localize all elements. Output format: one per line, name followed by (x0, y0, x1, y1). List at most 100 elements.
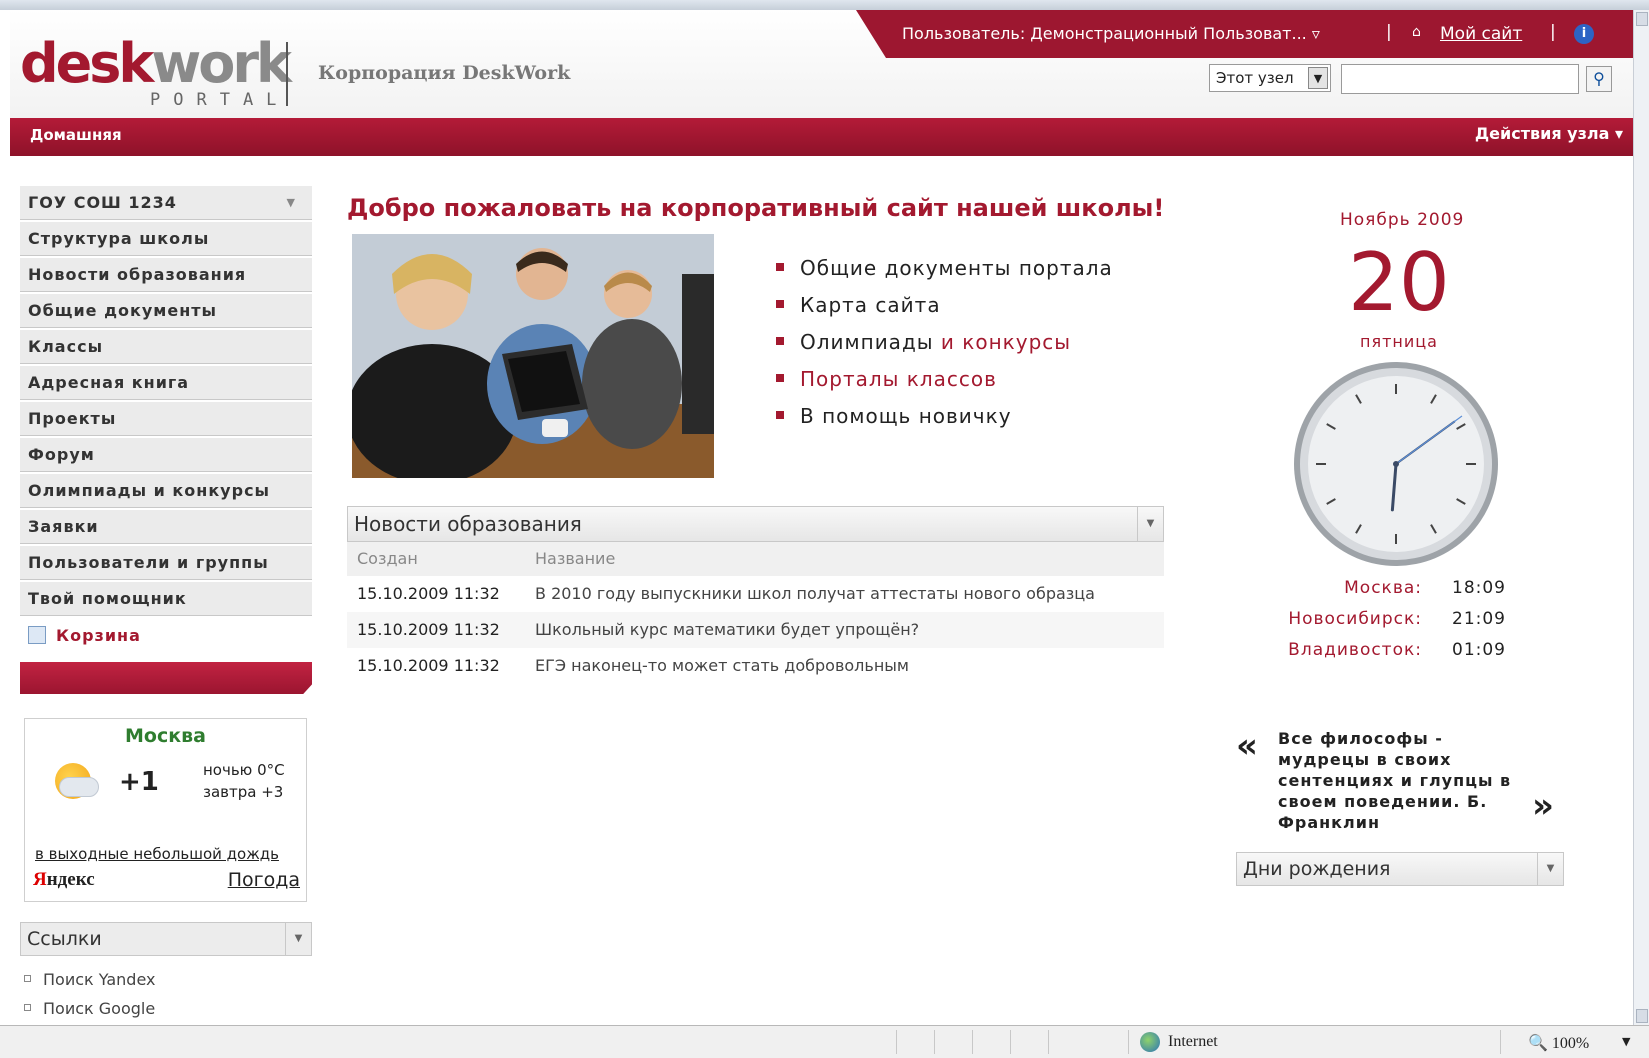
sidebar-item-forum[interactable]: Форум (20, 438, 312, 472)
quick-link-documents[interactable]: Общие документы портала (776, 256, 1113, 293)
bullet-icon (776, 410, 784, 419)
analog-clock (1294, 362, 1498, 566)
search-input[interactable] (1341, 64, 1579, 94)
sidebar-item-education-news[interactable]: Новости образования (20, 258, 312, 292)
logo-main: desk (20, 32, 154, 95)
user-bar: Пользователь: Демонстрационный Пользоват… (856, 10, 1637, 58)
table-row[interactable]: 15.10.2009 11:32 В 2010 году выпускники … (347, 576, 1164, 612)
city-time-row: Владивосток: 01:09 (1288, 640, 1510, 671)
security-zone: Internet (1168, 1033, 1218, 1050)
deskwork-logo[interactable]: deskwork PORTAL (20, 32, 292, 112)
news-link[interactable]: В 2010 году выпускники школ получат атте… (535, 584, 1095, 603)
bullet-icon (776, 299, 784, 308)
user-menu[interactable]: Пользователь: Демонстрационный Пользоват… (902, 24, 1320, 43)
chevron-down-icon[interactable]: ▼ (287, 196, 296, 209)
column-title[interactable]: Название (535, 549, 615, 568)
weather-forecast-link[interactable]: в выходные небольшой дождь (35, 845, 279, 863)
nav-home[interactable]: Домашняя (30, 126, 122, 144)
browser-window: deskwork PORTAL Корпорация DeskWork Поль… (0, 0, 1649, 1058)
table-row[interactable]: 15.10.2009 11:32 Школьный курс математик… (347, 612, 1164, 648)
chevron-down-icon[interactable]: ▼ (1137, 507, 1163, 541)
sidebar-item-label: Адресная книга (28, 373, 190, 392)
sidebar-item-projects[interactable]: Проекты (20, 402, 312, 436)
cloud-icon (59, 777, 99, 797)
quick-link-sitemap[interactable]: Карта сайта (776, 293, 1113, 330)
news-link[interactable]: ЕГЭ наконец-то может стать добровольным (535, 656, 909, 675)
news-header: Новости образования ▼ (347, 506, 1164, 542)
city-time: 18:09 (1452, 578, 1506, 598)
birthdays-title: Дни рождения (1243, 858, 1391, 880)
sidebar-item-label: Твой помощник (28, 589, 187, 608)
calendar-day: 20 (1348, 236, 1450, 329)
sidebar: ГОУ СОШ 1234 ▼ Структура школы Новости об… (20, 186, 312, 694)
chevron-down-icon[interactable]: ▼ (1308, 67, 1328, 89)
zoom-level[interactable]: 🔍 100% (1528, 1033, 1589, 1053)
internet-zone-icon (1140, 1032, 1160, 1052)
sidebar-item-users-groups[interactable]: Пользователи и группы (20, 546, 312, 580)
search-scope-select[interactable]: Этот узел ▼ (1209, 64, 1331, 92)
city-name: Москва: (1344, 578, 1422, 598)
news-title: Новости образования (354, 512, 582, 536)
sidebar-item-label: Классы (28, 337, 104, 356)
logo-divider (286, 42, 288, 106)
sidebar-item-requests[interactable]: Заявки (20, 510, 312, 544)
sidebar-item-address-book[interactable]: Адресная книга (20, 366, 312, 400)
calendar-month: Ноябрь 2009 (1340, 210, 1465, 230)
bullet-icon (24, 975, 31, 982)
city-name: Новосибирск: (1288, 609, 1422, 629)
sidebar-item-label: Форум (28, 445, 95, 464)
info-icon[interactable]: i (1574, 24, 1594, 44)
column-created[interactable]: Создан (357, 549, 418, 568)
weather-widget: Москва +1 ночью 0°C завтра +3 в выходные… (24, 718, 307, 902)
photo-illustration (352, 234, 714, 478)
search-icon[interactable]: ⚲ (1586, 66, 1612, 92)
city-name: Владивосток: (1288, 640, 1422, 660)
scope-value: Этот узел (1216, 69, 1294, 87)
cart-label: Корзина (56, 626, 141, 645)
link-google-search[interactable]: Поиск Google (24, 999, 155, 1018)
links-webpart-header: Ссылки ▼ (20, 922, 312, 956)
quick-link-newcomer-help[interactable]: В помощь новичку (776, 404, 1113, 441)
news-column-headers: Создан Название (347, 542, 1164, 576)
sidebar-item-documents[interactable]: Общие документы (20, 294, 312, 328)
chevron-down-icon[interactable]: ▼ (285, 923, 311, 955)
weather-night: ночью 0°C (203, 761, 285, 779)
sidebar-item-label: Олимпиады и конкурсы (28, 481, 271, 500)
recycle-bin-icon (28, 625, 46, 644)
sidebar-footer-bar (20, 662, 312, 694)
weather-link[interactable]: Погода (228, 869, 300, 891)
table-row[interactable]: 15.10.2009 11:32 ЕГЭ наконец-то может ст… (347, 648, 1164, 684)
news-link[interactable]: Школьный курс математики будет упрощён? (535, 620, 919, 639)
scroll-down-arrow[interactable] (1636, 1009, 1648, 1023)
logo-sub: PORTAL (150, 90, 290, 110)
world-clock: Москва: 18:09 Новосибирск: 21:09 Владивост… (1288, 578, 1510, 671)
city-time: 01:09 (1452, 640, 1506, 660)
quick-link-class-portals[interactable]: Порталы классов (776, 367, 1113, 404)
sidebar-item-olympiads[interactable]: Олимпиады и конкурсы (20, 474, 312, 508)
vertical-scrollbar[interactable] (1633, 10, 1649, 1025)
sidebar-item-helper[interactable]: Твой помощник (20, 582, 312, 616)
bullet-icon (24, 1004, 31, 1011)
quick-link-olympiads[interactable]: Олимпиады и конкурсы (776, 330, 1113, 367)
quote-open-icon: « (1236, 726, 1258, 766)
sidebar-item-classes[interactable]: Классы (20, 330, 312, 364)
sidebar-item-cart[interactable]: Корзина (20, 618, 312, 654)
yandex-logo[interactable]: Яндекс (33, 869, 95, 891)
sidebar-item-structure[interactable]: Структура школы (20, 222, 312, 256)
separator: | (1386, 22, 1392, 42)
my-site-link[interactable]: Мой сайт (1440, 24, 1522, 44)
calendar-weekday: пятница (1360, 332, 1438, 351)
link-yandex-search[interactable]: Поиск Yandex (24, 970, 155, 989)
sidebar-item-label: Новости образования (28, 265, 247, 284)
news-date: 15.10.2009 11:32 (357, 620, 500, 639)
news-webpart: Новости образования ▼ Создан Название 15… (347, 506, 1164, 684)
birthdays-webpart-header: Дни рождения ▼ (1236, 852, 1564, 886)
chevron-down-icon[interactable]: ▼ (1622, 1035, 1630, 1048)
bullet-icon (776, 373, 784, 382)
site-actions-menu[interactable]: Действия узла ▾ (1475, 124, 1623, 143)
scroll-up-arrow[interactable] (1636, 12, 1648, 26)
city-time: 21:09 (1452, 609, 1506, 629)
news-date: 15.10.2009 11:32 (357, 584, 500, 603)
chevron-down-icon[interactable]: ▼ (1537, 853, 1563, 885)
sidebar-item-school[interactable]: ГОУ СОШ 1234 ▼ (20, 186, 312, 220)
